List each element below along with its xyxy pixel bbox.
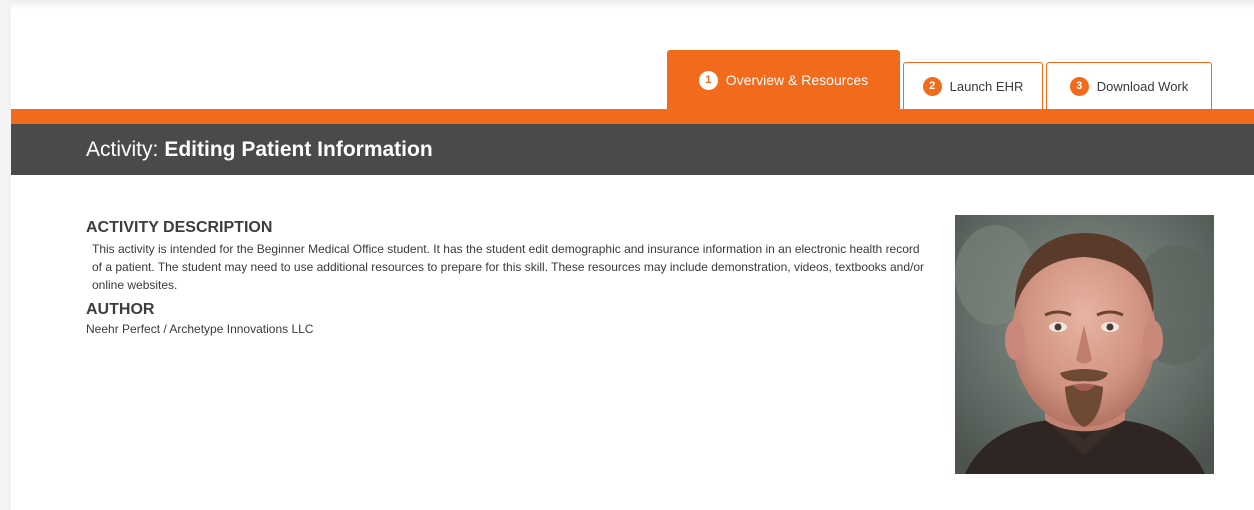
activity-title-prefix: Activity: [86,137,159,161]
frame-top-shadow [0,0,1254,10]
tab-number-badge: 1 [698,70,718,90]
tab-label: Download Work [1096,78,1189,94]
author-name: Neehr Perfect / Archetype Innovations LL… [86,322,314,336]
activity-details: ACTIVITY DESCRIPTION This activity is in… [86,218,926,338]
tab-download-work[interactable]: 3 Download Work [1046,62,1212,109]
accent-bar [11,109,1254,124]
author-photo [955,215,1214,474]
description-heading: ACTIVITY DESCRIPTION [86,219,273,236]
frame-left-border [0,0,11,510]
description-text: This activity is intended for the Beginn… [92,242,925,292]
author-heading: AUTHOR [86,301,155,318]
tab-label: Overview & Resources [725,72,869,88]
tab-launch-ehr[interactable]: 2 Launch EHR [903,62,1043,109]
tab-label: Launch EHR [949,78,1024,94]
activity-title-bar: Activity: Editing Patient Information [11,124,1254,175]
tab-overview-resources[interactable]: 1 Overview & Resources [667,50,900,109]
tab-number-badge: 3 [1069,76,1089,96]
activity-title: Editing Patient Information [164,137,433,161]
tab-number-badge: 2 [922,76,942,96]
tab-bar: 1 Overview & Resources 2 Launch EHR 3 Do… [667,50,1215,109]
page: 1 Overview & Resources 2 Launch EHR 3 Do… [0,0,1254,510]
